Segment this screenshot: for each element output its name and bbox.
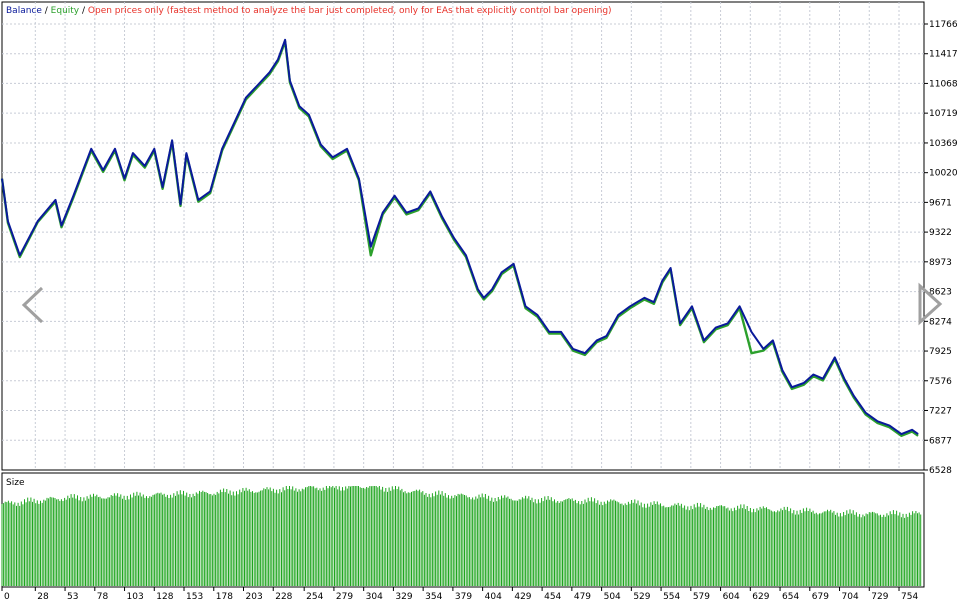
y-tick-label: 6877 <box>929 436 952 446</box>
x-tick-label: 729 <box>871 592 888 602</box>
legend: Balance / Equity / Open prices only (fas… <box>6 6 612 16</box>
x-tick-label: 754 <box>901 592 918 602</box>
main-plot-frame <box>1 1 925 471</box>
x-tick-label: 0 <box>4 592 10 602</box>
x-tick-label: 153 <box>186 592 203 602</box>
x-tick-label: 53 <box>67 592 78 602</box>
x-tick-label: 78 <box>97 592 109 602</box>
x-tick-label: 228 <box>275 592 292 602</box>
x-tick-label: 103 <box>127 592 144 602</box>
legend-balance: Balance <box>6 6 42 16</box>
balance-equity-panel: 11766 11417 11068 10719 10369 10020 9671 9322 89… <box>0 1 958 476</box>
x-tick-label: 629 <box>752 592 769 602</box>
x-tick-label: 178 <box>216 592 233 602</box>
y-tick-label: 11766 <box>929 20 958 30</box>
y-tick-label: 7227 <box>929 406 952 416</box>
x-tick-label: 454 <box>544 592 561 602</box>
y-tick-label: 11068 <box>929 79 958 89</box>
x-tick-label: 604 <box>723 592 740 602</box>
legend-equity: Equity <box>51 6 80 16</box>
y-tick-label: 9322 <box>929 228 952 238</box>
x-tick-label: 579 <box>693 592 710 602</box>
y-tick-label: 10369 <box>929 139 958 149</box>
x-tick-label: 504 <box>604 592 621 602</box>
x-tick-label: 479 <box>574 592 591 602</box>
strategy-tester-graph: 11766 11417 11068 10719 10369 10020 9671 9322 89… <box>0 0 964 604</box>
legend-separator: / <box>42 6 51 16</box>
y-tick-label: 11417 <box>929 50 958 60</box>
y-tick-label: 10020 <box>929 169 958 179</box>
x-tick-label: 679 <box>812 592 829 602</box>
x-tick-label: 704 <box>842 592 859 602</box>
size-panel-label: Size <box>6 478 25 488</box>
y-tick-label: 10719 <box>929 109 958 119</box>
y-axis-ticks: 11766 11417 11068 10719 10369 10020 9671 9322 89… <box>924 20 958 476</box>
x-tick-label: 404 <box>485 592 502 602</box>
x-tick-label: 654 <box>782 592 799 602</box>
y-tick-label: 7925 <box>929 347 952 357</box>
y-tick-label: 8274 <box>929 317 952 327</box>
legend-separator: / <box>79 6 88 16</box>
size-panel: Size <box>1 472 925 588</box>
x-axis-ticks: 0 28 53 78 103 128 153 178 203 228 254 279 304 329 354… <box>1 587 918 602</box>
x-tick-label: 529 <box>633 592 650 602</box>
y-tick-label: 7576 <box>929 377 952 387</box>
x-tick-label: 429 <box>514 592 531 602</box>
y-tick-label: 8973 <box>929 258 952 268</box>
y-tick-label: 9671 <box>929 198 952 208</box>
x-tick-label: 329 <box>395 592 412 602</box>
x-tick-label: 304 <box>366 592 383 602</box>
x-tick-label: 379 <box>455 592 472 602</box>
x-tick-label: 554 <box>663 592 680 602</box>
chart-svg: 11766 11417 11068 10719 10369 10020 9671 9322 89… <box>0 1 958 602</box>
legend-testing-mode: Open prices only (fastest method to anal… <box>88 6 612 16</box>
x-tick-label: 203 <box>246 592 263 602</box>
x-tick-label: 128 <box>156 592 173 602</box>
x-tick-label: 279 <box>336 592 353 602</box>
x-tick-label: 28 <box>37 592 49 602</box>
y-tick-label: 6528 <box>929 466 952 476</box>
x-tick-label: 354 <box>425 592 442 602</box>
x-tick-label: 254 <box>306 592 323 602</box>
